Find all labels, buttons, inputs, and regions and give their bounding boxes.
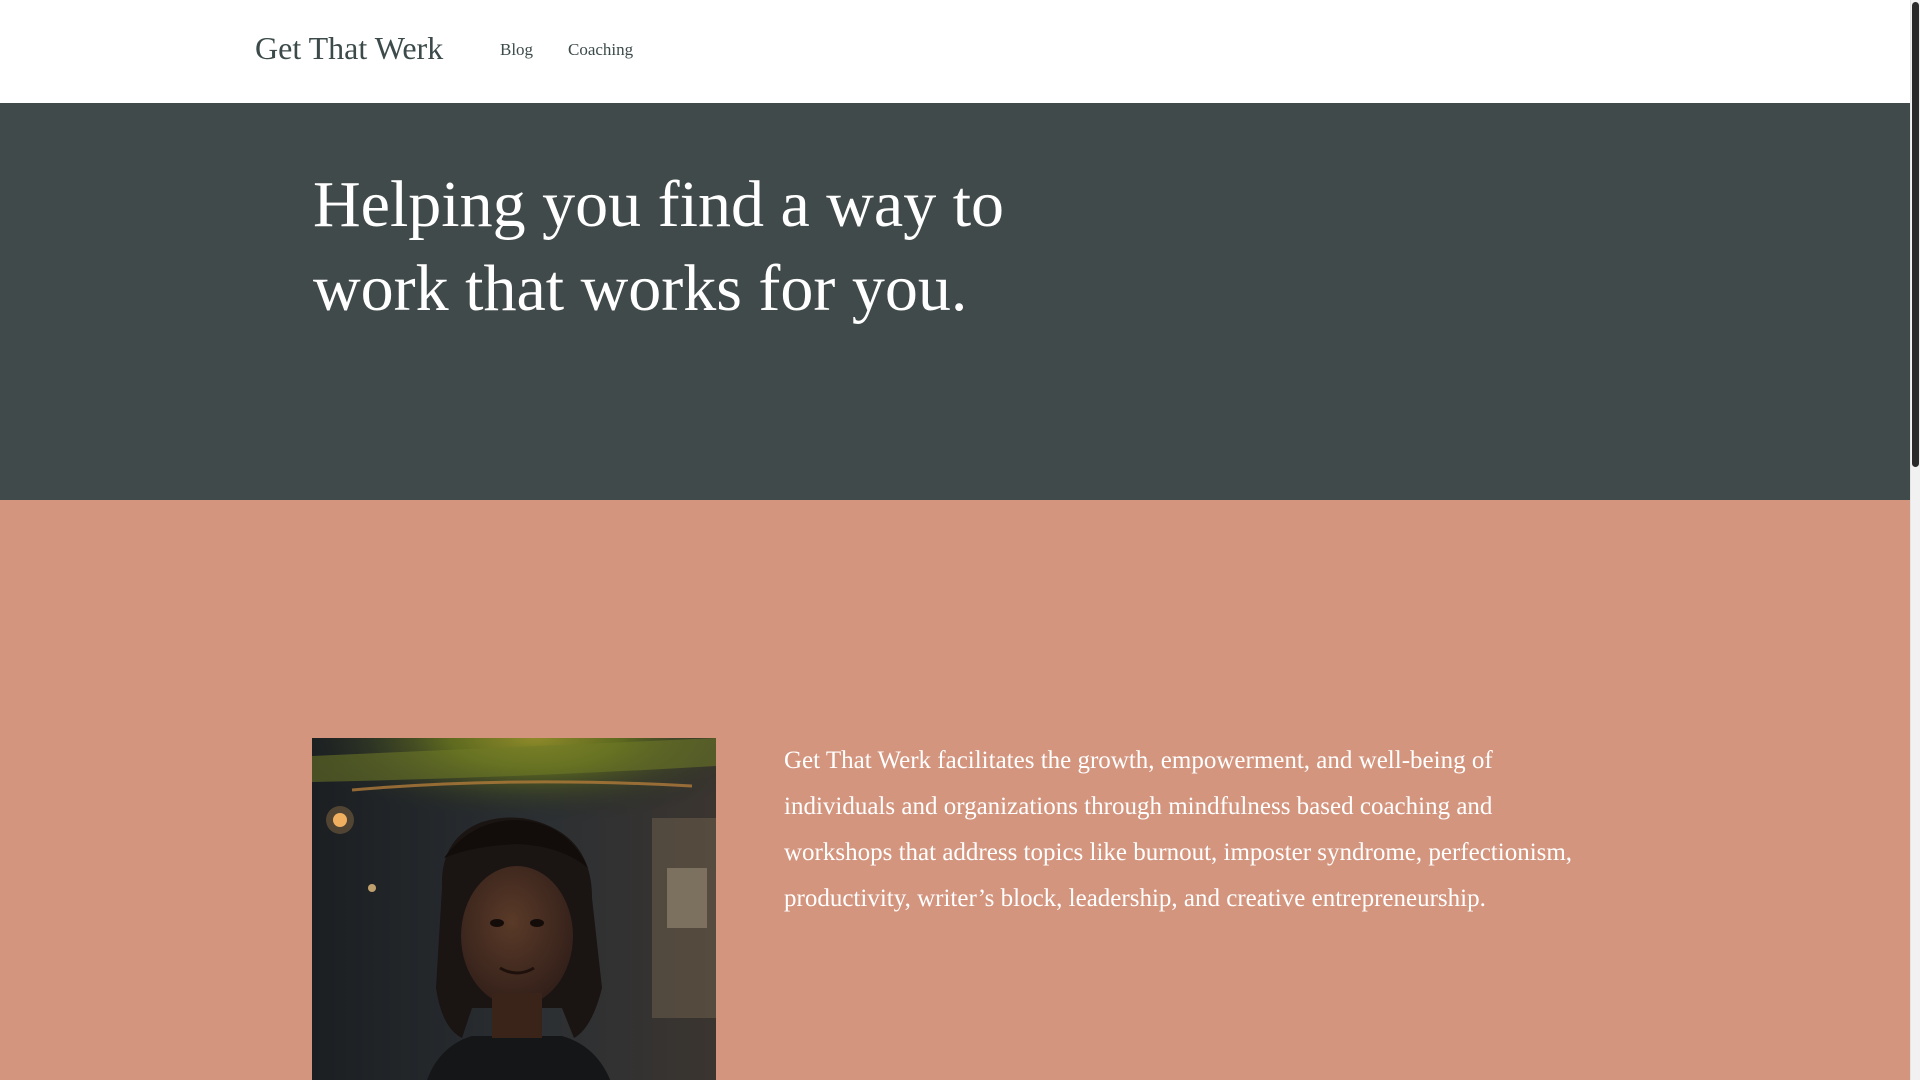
- nav-link-coaching[interactable]: Coaching: [568, 40, 633, 60]
- page-scrollbar[interactable]: [1910, 0, 1920, 1080]
- page: Get That Werk Blog Coaching Helping you …: [0, 0, 1920, 1080]
- nav-link-blog[interactable]: Blog: [500, 40, 533, 60]
- about-description: Get That Werk facilitates the growth, em…: [784, 747, 1573, 912]
- portrait-photo-icon: [312, 738, 716, 1080]
- portrait-image: [312, 738, 716, 1080]
- hero-title: Helping you find a way to work that work…: [313, 168, 1005, 325]
- about-section: Get That Werk facilitates the growth, em…: [0, 500, 1910, 1080]
- hero-section: Helping you find a way to work that work…: [0, 103, 1910, 500]
- site-header: Get That Werk Blog Coaching: [0, 0, 1910, 103]
- site-logo-link[interactable]: Get That Werk: [255, 30, 443, 67]
- scrollbar-thumb[interactable]: [1912, 2, 1919, 467]
